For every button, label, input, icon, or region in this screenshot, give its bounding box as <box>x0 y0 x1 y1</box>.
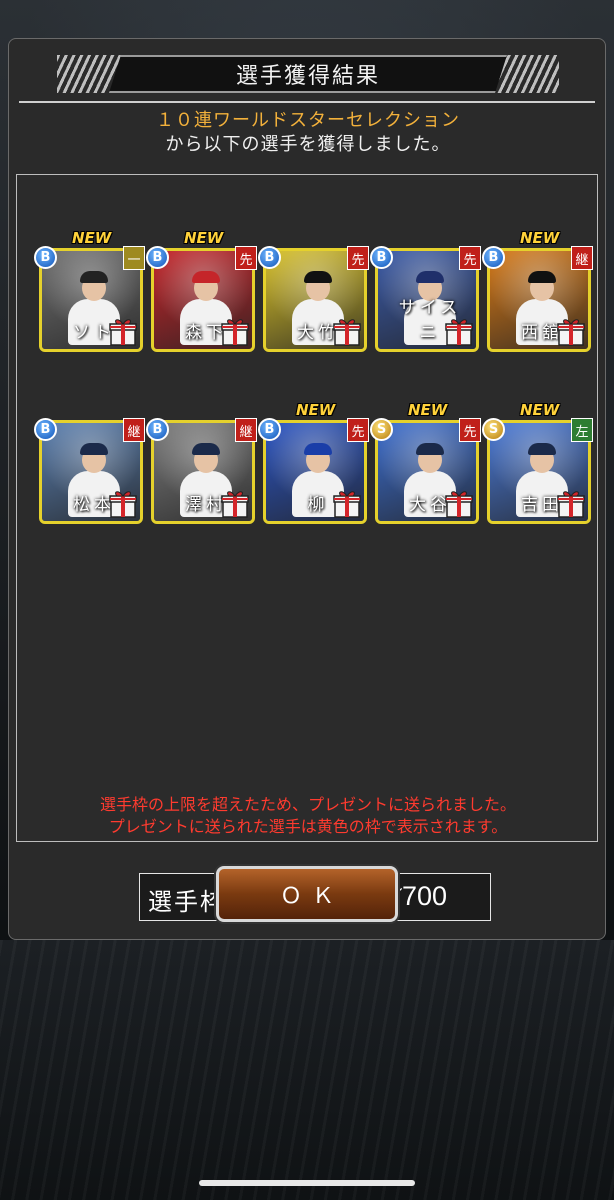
rank-badge: B <box>146 418 169 441</box>
position-badge: 先 <box>459 246 481 270</box>
position-badge: 継 <box>123 418 145 442</box>
subtitle: １０連ワールドスターセレクション から以下の選手を獲得しました。 <box>9 109 607 157</box>
gift-icon <box>220 489 250 519</box>
new-tag: NEW <box>408 401 448 419</box>
title-divider <box>19 101 595 103</box>
home-indicator[interactable] <box>199 1180 415 1186</box>
slot-max-count: 700 <box>402 881 448 911</box>
position-badge: 一 <box>123 246 145 270</box>
gift-icon <box>332 317 362 347</box>
position-badge: 先 <box>347 246 369 270</box>
selection-name: １０連ワールドスターセレクション <box>156 110 460 131</box>
gift-icon <box>332 489 362 519</box>
ok-button-label: ＯＫ <box>279 884 344 909</box>
position-badge: 先 <box>347 418 369 442</box>
title-plate: 選手獲得結果 <box>109 55 507 93</box>
rank-badge: B <box>258 246 281 269</box>
stadium-stands <box>0 940 614 1200</box>
player-cap <box>416 271 444 283</box>
warning-line-1: 選手枠の上限を超えたため、プレゼントに送られました。 <box>99 795 516 814</box>
new-tag: NEW <box>520 229 560 247</box>
player-cap <box>304 443 332 455</box>
position-badge: 継 <box>235 418 257 442</box>
acquisition-result-dialog: 選手獲得結果 １０連ワールドスターセレクション から以下の選手を獲得しました。 … <box>8 38 606 940</box>
player-cap <box>192 443 220 455</box>
rank-badge: B <box>370 246 393 269</box>
new-tag: NEW <box>72 229 112 247</box>
gift-icon <box>220 317 250 347</box>
rank-badge: B <box>34 418 57 441</box>
position-badge: 継 <box>571 246 593 270</box>
gift-icon <box>108 489 138 519</box>
player-cap <box>528 443 556 455</box>
rank-badge: B <box>482 246 505 269</box>
rank-badge: B <box>34 246 57 269</box>
new-tag: NEW <box>296 401 336 419</box>
player-card-panel: ソト B 一 NEW 森下 B 先 NEW 大竹 B 先サイスニ B 先西舘 B 継 NEW 松本 B 継澤村 B 継柳… <box>16 174 598 921</box>
warning-line-2: プレゼントに送られた選手は黄色の枠で表示されます。 <box>108 817 508 836</box>
gift-icon <box>108 317 138 347</box>
new-tag: NEW <box>184 229 224 247</box>
rank-badge: B <box>258 418 281 441</box>
position-badge: 先 <box>235 246 257 270</box>
player-cap <box>416 443 444 455</box>
rank-badge: B <box>146 246 169 269</box>
new-tag: NEW <box>520 401 560 419</box>
title-bar: 選手獲得結果 <box>9 55 607 93</box>
player-cap <box>80 271 108 283</box>
player-cap <box>304 271 332 283</box>
position-badge: 左 <box>571 418 593 442</box>
dialog-title: 選手獲得結果 <box>235 64 380 89</box>
rank-badge: S <box>482 418 505 441</box>
gift-icon <box>556 489 586 519</box>
player-cap <box>528 271 556 283</box>
gift-icon <box>444 317 474 347</box>
rank-badge: S <box>370 418 393 441</box>
gift-icon <box>444 489 474 519</box>
gift-icon <box>556 317 586 347</box>
player-cap <box>80 443 108 455</box>
position-badge: 先 <box>459 418 481 442</box>
ok-button[interactable]: ＯＫ <box>216 866 398 922</box>
player-cap <box>192 271 220 283</box>
result-message: から以下の選手を獲得しました。 <box>165 134 451 155</box>
